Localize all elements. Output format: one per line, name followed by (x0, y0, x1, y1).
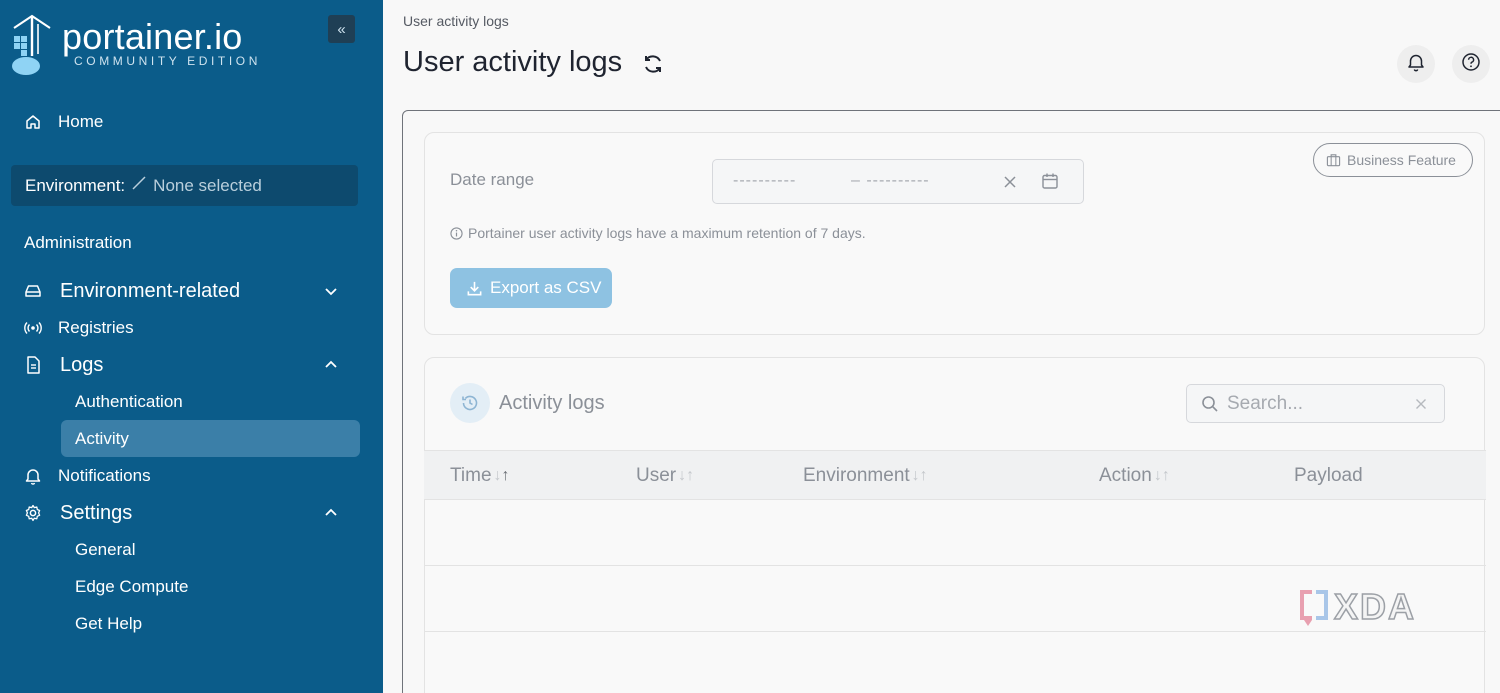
xda-watermark-text: XDA (1333, 585, 1417, 628)
drive-icon (24, 282, 42, 300)
sidebar-item-label: Authentication (75, 391, 183, 411)
business-feature-label: Business Feature (1347, 152, 1456, 168)
sidebar: portainer.io COMMUNITY EDITION « Home En… (0, 0, 383, 693)
close-icon[interactable] (1413, 396, 1429, 412)
business-feature-badge: Business Feature (1313, 143, 1473, 177)
environment-value: None selected (153, 175, 262, 195)
column-header-label: User (636, 465, 677, 486)
close-icon[interactable] (1001, 173, 1019, 191)
portainer-crane-icon (12, 14, 51, 75)
bell-icon (1407, 52, 1425, 77)
sidebar-item-settings[interactable]: Settings (0, 502, 383, 524)
history-icon (450, 383, 490, 423)
column-header-environment[interactable]: Environment ↓↑ (803, 465, 928, 487)
environment-label: Environment: (25, 175, 126, 195)
search-placeholder: Search... (1227, 393, 1304, 414)
column-header-label: Environment (803, 465, 910, 486)
chevron-down-icon[interactable] (322, 282, 340, 300)
table-header: Time ↓↑ User ↓↑ Environment ↓↑ Action ↓↑… (424, 450, 1486, 500)
sort-icon[interactable]: ↓↑ (912, 467, 928, 485)
breadcrumb: User activity logs (403, 13, 509, 29)
export-csv-label: Export as CSV (490, 278, 602, 297)
home-icon (24, 113, 42, 131)
sidebar-item-registries[interactable]: Registries (0, 318, 383, 338)
help-button[interactable] (1452, 45, 1490, 83)
retention-info: Portainer user activity logs have a maxi… (450, 225, 866, 241)
sort-icon[interactable]: ↓↑ (494, 467, 510, 485)
help-icon (1461, 52, 1481, 77)
sort-icon[interactable]: ↓↑ (678, 467, 694, 485)
retention-info-text: Portainer user activity logs have a maxi… (468, 225, 866, 241)
sidebar-item-edge-compute[interactable]: Edge Compute (61, 568, 360, 605)
date-start-placeholder: ---------- (733, 172, 797, 189)
gear-icon (24, 504, 42, 522)
column-header-user[interactable]: User ↓↑ (636, 465, 694, 487)
sidebar-item-label: Environment-related (60, 279, 241, 302)
sidebar-item-label: Registries (58, 318, 134, 337)
environment-selector[interactable]: Environment: None selected (11, 165, 358, 206)
sidebar-item-label: Edge Compute (75, 576, 189, 596)
logo-text: portainer.io (62, 16, 243, 57)
portainer-logo[interactable]: portainer.io COMMUNITY EDITION (10, 14, 310, 78)
collapse-sidebar-button[interactable]: « (328, 15, 355, 43)
refresh-icon[interactable] (641, 52, 665, 76)
sidebar-item-home[interactable]: Home (0, 112, 383, 132)
column-header-payload: Payload (1294, 465, 1363, 487)
info-icon (450, 226, 463, 240)
logo-subtext: COMMUNITY EDITION (74, 54, 261, 68)
export-csv-button[interactable]: Export as CSV (450, 268, 612, 308)
sidebar-item-label: Notifications (58, 466, 151, 485)
sidebar-item-label: General (75, 539, 136, 559)
page-title: User activity logs (403, 46, 623, 78)
sidebar-item-label: Activity (75, 428, 129, 448)
sidebar-item-get-help[interactable]: Get Help (61, 605, 360, 642)
briefcase-icon (1326, 153, 1341, 167)
column-header-label: Action (1099, 465, 1152, 486)
sidebar-item-environment-related[interactable]: Environment-related (0, 280, 383, 302)
sort-icon[interactable]: ↓↑ (1154, 467, 1170, 485)
slash-icon (131, 175, 147, 196)
sidebar-item-logs[interactable]: Logs (0, 354, 383, 376)
sidebar-item-label: Home (58, 112, 104, 131)
calendar-icon[interactable] (1041, 172, 1059, 190)
sidebar-item-general[interactable]: General (61, 531, 360, 568)
sidebar-item-label: Get Help (75, 613, 143, 633)
column-header-label: Payload (1294, 465, 1363, 486)
section-title-administration: Administration (24, 233, 132, 252)
sidebar-item-label: Settings (60, 501, 133, 524)
date-end-placeholder: – ---------- (851, 172, 930, 189)
sidebar-item-label: Logs (60, 353, 104, 376)
chevron-up-icon[interactable] (322, 356, 340, 374)
file-icon (24, 356, 42, 374)
activity-logs-title: Activity logs (499, 392, 605, 414)
column-header-label: Time (450, 465, 492, 486)
column-header-action[interactable]: Action ↓↑ (1099, 465, 1170, 487)
sidebar-item-activity[interactable]: Activity (61, 420, 360, 457)
search-input[interactable]: Search... (1186, 384, 1445, 423)
sidebar-item-authentication[interactable]: Authentication (61, 383, 360, 420)
chevron-up-icon[interactable] (322, 504, 340, 522)
column-header-time[interactable]: Time ↓↑ (450, 465, 510, 487)
download-icon (466, 280, 483, 297)
date-range-label: Date range (450, 170, 535, 189)
table-row-divider (424, 631, 1486, 632)
xda-logo-icon (1300, 590, 1328, 626)
xda-watermark: XDA (1296, 585, 1438, 628)
date-range-input[interactable]: ---------- – ---------- (712, 159, 1084, 204)
notifications-button[interactable] (1397, 45, 1435, 83)
sidebar-item-notifications[interactable]: Notifications (0, 466, 383, 486)
table-row-divider (424, 565, 1486, 566)
search-icon (1201, 395, 1219, 413)
bell-icon (24, 467, 42, 485)
radio-icon (24, 319, 42, 337)
